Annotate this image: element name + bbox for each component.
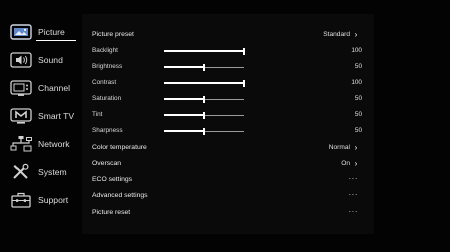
sidebar-item-label: Sound bbox=[38, 55, 63, 65]
backlight-label: Backlight bbox=[92, 47, 118, 54]
picture-reset-label: Picture reset bbox=[92, 209, 131, 216]
saturation-value: 50 bbox=[354, 95, 362, 102]
sharpness-slider[interactable] bbox=[164, 127, 244, 135]
overscan-value: On bbox=[341, 160, 350, 167]
brightness-value: 50 bbox=[354, 63, 362, 70]
network-icon bbox=[10, 135, 32, 153]
color-temperature-value: Normal bbox=[328, 144, 350, 151]
slider-fill bbox=[164, 98, 204, 100]
color-temperature-label: Color temperature bbox=[92, 144, 147, 151]
tint-value: 50 bbox=[354, 111, 362, 118]
slider-fill bbox=[164, 66, 204, 68]
slider-fill bbox=[164, 130, 204, 132]
overscan-row[interactable]: Overscan On › bbox=[92, 156, 362, 172]
slider-knob[interactable] bbox=[243, 79, 245, 87]
saturation-row[interactable]: Saturation 50 bbox=[92, 91, 362, 107]
chevron-right-icon: › bbox=[354, 159, 358, 168]
slider-knob[interactable] bbox=[243, 47, 245, 55]
toolbox-icon bbox=[10, 191, 32, 209]
more-icon: ··· bbox=[348, 174, 358, 183]
sharpness-value: 50 bbox=[354, 127, 362, 134]
slider-fill bbox=[164, 82, 244, 84]
contrast-slider[interactable] bbox=[164, 79, 245, 87]
slider-knob[interactable] bbox=[203, 127, 205, 135]
active-indicator bbox=[36, 40, 76, 41]
chevron-right-icon: › bbox=[354, 30, 358, 39]
picture-preset-label: Picture preset bbox=[92, 31, 134, 38]
tv-settings-screen: Picture Sound Channel Smart TV Network S… bbox=[0, 0, 450, 252]
picture-icon bbox=[10, 23, 32, 41]
sharpness-row[interactable]: Sharpness 50 bbox=[92, 123, 362, 139]
brightness-slider[interactable] bbox=[164, 63, 244, 71]
overscan-label: Overscan bbox=[92, 160, 122, 167]
tv-icon bbox=[10, 79, 32, 97]
tint-row[interactable]: Tint 50 bbox=[92, 107, 362, 123]
tint-slider[interactable] bbox=[164, 111, 244, 119]
slider-knob[interactable] bbox=[203, 63, 205, 71]
advanced-settings-label: Advanced settings bbox=[92, 192, 148, 199]
sharpness-label: Sharpness bbox=[92, 127, 123, 134]
picture-preset-value: Standard bbox=[323, 31, 350, 38]
brightness-row[interactable]: Brightness 50 bbox=[92, 59, 362, 75]
contrast-value: 100 bbox=[351, 79, 362, 86]
eco-settings-row[interactable]: ECO settings ··· bbox=[92, 172, 362, 188]
sidebar-item-label: Channel bbox=[38, 83, 71, 93]
saturation-label: Saturation bbox=[92, 95, 122, 102]
tools-icon bbox=[10, 163, 32, 181]
picture-preset-row[interactable]: Picture preset Standard › bbox=[92, 27, 362, 43]
saturation-slider[interactable] bbox=[164, 95, 244, 103]
smart-tv-icon bbox=[10, 107, 32, 125]
more-icon: ··· bbox=[348, 190, 358, 199]
settings-sidebar: Picture Sound Channel Smart TV Network S… bbox=[0, 14, 82, 228]
sidebar-item-label: Network bbox=[38, 139, 70, 149]
backlight-value: 100 bbox=[351, 47, 362, 54]
sidebar-item-network[interactable]: Network bbox=[0, 132, 82, 156]
color-temperature-row[interactable]: Color temperature Normal › bbox=[92, 140, 362, 156]
sidebar-item-support[interactable]: Support bbox=[0, 188, 82, 212]
slider-fill bbox=[164, 50, 244, 52]
sidebar-item-smart-tv[interactable]: Smart TV bbox=[0, 104, 82, 128]
contrast-label: Contrast bbox=[92, 79, 117, 86]
speaker-icon bbox=[10, 51, 32, 69]
sidebar-item-sound[interactable]: Sound bbox=[0, 48, 82, 72]
eco-settings-label: ECO settings bbox=[92, 176, 133, 183]
sidebar-item-label: Smart TV bbox=[38, 111, 75, 121]
more-icon: ··· bbox=[348, 207, 358, 216]
backlight-row[interactable]: Backlight 100 bbox=[92, 43, 362, 59]
picture-settings-panel: Picture preset Standard › Backlight 100 … bbox=[82, 14, 374, 234]
contrast-row[interactable]: Contrast 100 bbox=[92, 75, 362, 91]
backlight-slider[interactable] bbox=[164, 47, 245, 55]
advanced-settings-row[interactable]: Advanced settings ··· bbox=[92, 188, 362, 204]
slider-knob[interactable] bbox=[203, 111, 205, 119]
sidebar-item-channel[interactable]: Channel bbox=[0, 76, 82, 100]
sidebar-item-picture[interactable]: Picture bbox=[0, 20, 82, 44]
picture-reset-row[interactable]: Picture reset ··· bbox=[92, 205, 362, 221]
slider-knob[interactable] bbox=[203, 95, 205, 103]
sidebar-item-label: Support bbox=[38, 195, 69, 205]
sidebar-item-system[interactable]: System bbox=[0, 160, 82, 184]
sidebar-item-label: System bbox=[38, 167, 67, 177]
chevron-right-icon: › bbox=[354, 143, 358, 152]
brightness-label: Brightness bbox=[92, 63, 123, 70]
slider-fill bbox=[164, 114, 204, 116]
tint-label: Tint bbox=[92, 111, 103, 118]
